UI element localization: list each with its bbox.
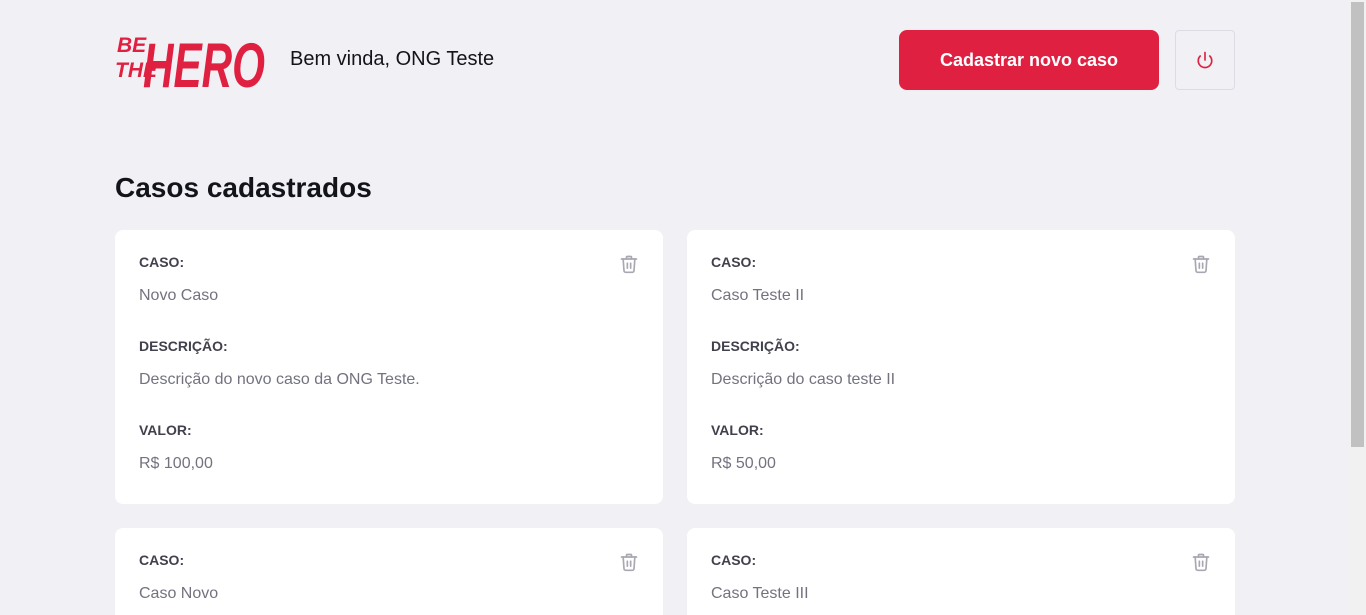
- case-description: Descrição do novo caso da ONG Teste.: [139, 371, 420, 388]
- case-label: CASO:: [139, 254, 185, 270]
- svg-text:HERO: HERO: [143, 31, 265, 93]
- logout-button[interactable]: [1175, 30, 1235, 90]
- case-title: Caso Teste III: [711, 585, 809, 602]
- be-the-hero-logo: BE THE HERO: [115, 31, 265, 93]
- description-label: DESCRIÇÃO:: [139, 338, 228, 354]
- incident-card: CASO: Caso Teste III: [687, 528, 1235, 615]
- vertical-scrollbar[interactable]: [1349, 0, 1366, 615]
- page-title: Casos cadastrados: [115, 172, 372, 203]
- case-description: Descrição do caso teste II: [711, 371, 896, 388]
- trash-icon: [620, 255, 638, 274]
- trash-icon: [1192, 553, 1210, 572]
- delete-case-button[interactable]: [1191, 552, 1211, 572]
- case-value: R$ 50,00: [711, 455, 776, 472]
- description-label: DESCRIÇÃO:: [711, 338, 800, 354]
- case-title: Caso Novo: [139, 585, 219, 602]
- new-case-button[interactable]: Cadastrar novo caso: [899, 30, 1159, 90]
- power-icon: [1197, 51, 1213, 69]
- case-value: R$ 100,00: [139, 455, 213, 472]
- page: BE THE HERO Bem vinda, ONG Teste Cadastr…: [0, 0, 1366, 615]
- case-label: CASO:: [139, 552, 185, 568]
- delete-case-button[interactable]: [1191, 254, 1211, 274]
- incident-card: CASO: Caso Novo: [115, 528, 663, 615]
- case-title: Novo Caso: [139, 287, 219, 304]
- case-label: CASO:: [711, 552, 757, 568]
- delete-case-button[interactable]: [619, 254, 639, 274]
- delete-case-button[interactable]: [619, 552, 639, 572]
- trash-icon: [620, 553, 638, 572]
- case-title: Caso Teste II: [711, 287, 805, 304]
- value-label: VALOR:: [711, 422, 764, 438]
- scrollbar-thumb[interactable]: [1351, 2, 1364, 447]
- header: BE THE HERO Bem vinda, ONG Teste Cadastr…: [115, 30, 1235, 93]
- welcome-message: Bem vinda, ONG Teste: [290, 48, 495, 70]
- trash-icon: [1192, 255, 1210, 274]
- incident-card: CASO: Novo Caso DESCRIÇÃO: Descrição do …: [115, 230, 663, 504]
- incident-card: CASO: Caso Teste II DESCRIÇÃO: Descrição…: [687, 230, 1235, 504]
- case-label: CASO:: [711, 254, 757, 270]
- value-label: VALOR:: [139, 422, 192, 438]
